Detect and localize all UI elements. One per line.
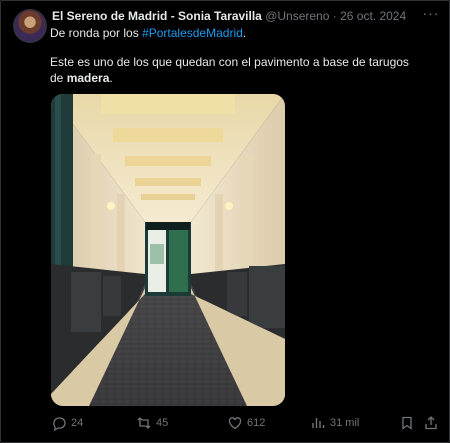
text-suffix: .: [242, 26, 247, 40]
share-icon: [425, 416, 437, 430]
hashtag-link[interactable]: #PortalesdeMadrid: [142, 26, 243, 40]
bookmark-icon: [402, 416, 412, 430]
text-bold: madera: [66, 71, 110, 85]
tweet-date[interactable]: 26 oct. 2024: [340, 9, 406, 23]
avatar[interactable]: [13, 9, 47, 43]
text-prefix: De ronda por los: [50, 26, 143, 40]
views-button[interactable]: 31 mil: [310, 415, 359, 431]
like-icon: [228, 417, 242, 430]
views-count: 31 mil: [330, 417, 360, 429]
repost-icon: [137, 417, 151, 429]
repost-count: 45: [156, 417, 169, 429]
tweet-header: El Sereno de Madrid - Sonia Taravilla @U…: [52, 9, 406, 23]
author-name[interactable]: El Sereno de Madrid - Sonia Taravilla: [52, 9, 262, 23]
views-icon: [312, 418, 325, 428]
like-button[interactable]: 612: [227, 415, 265, 431]
tweet-text-line-1: De ronda por los #PortalesdeMadrid.: [50, 25, 246, 41]
text-end: .: [109, 71, 113, 85]
bookmark-button[interactable]: [399, 415, 415, 431]
repost-button[interactable]: 45: [136, 415, 168, 431]
reply-count: 24: [71, 417, 84, 429]
reply-button[interactable]: 24: [51, 415, 83, 431]
more-icon[interactable]: ···: [422, 6, 440, 22]
like-count: 612: [247, 417, 266, 429]
author-handle[interactable]: @Unsereno: [265, 9, 329, 23]
separator: ·: [332, 9, 337, 23]
action-bar: 24 45 612 31 mil: [0, 412, 450, 436]
reply-icon: [53, 417, 66, 431]
hallway-illustration: [51, 94, 285, 406]
tweet-text-line-2: Este es uno de los que quedan con el pav…: [50, 54, 420, 86]
tweet-photo[interactable]: [51, 94, 285, 406]
share-button[interactable]: [423, 415, 439, 431]
